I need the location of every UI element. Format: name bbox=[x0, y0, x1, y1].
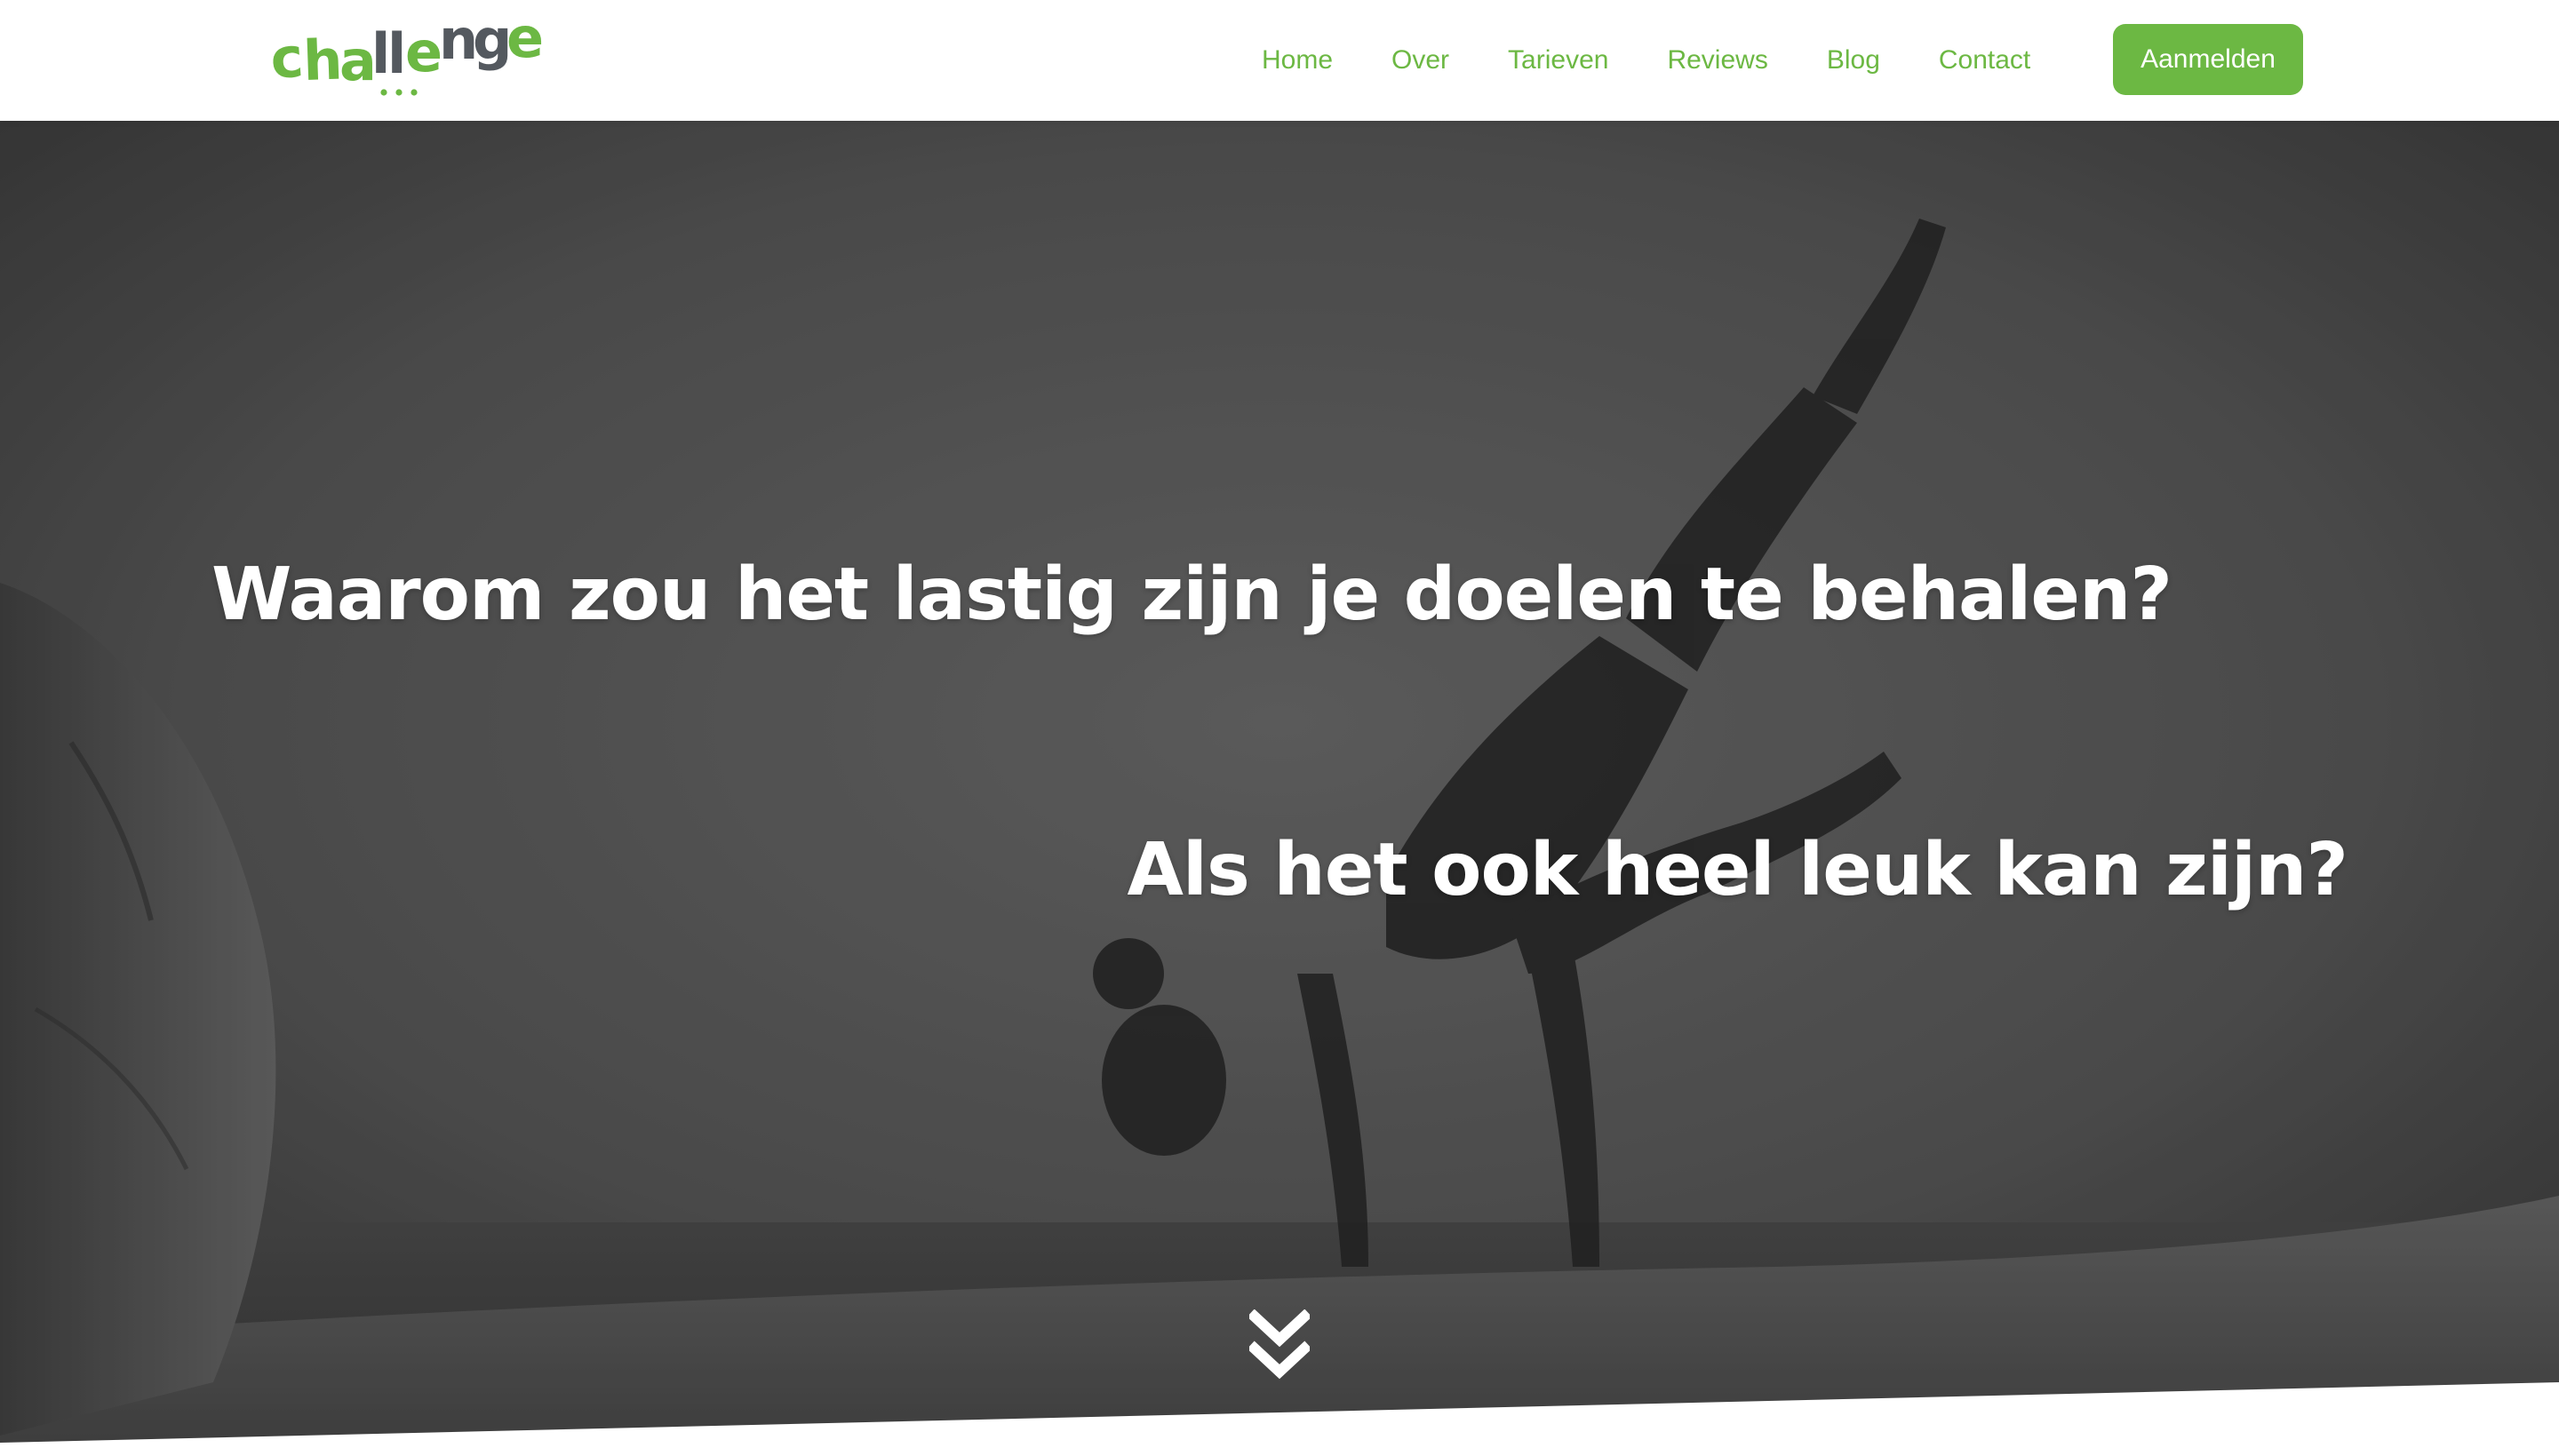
challenge-logo: c h a l l e n g e bbox=[272, 16, 544, 96]
nav-home[interactable]: Home bbox=[1262, 45, 1333, 76]
svg-text:l: l bbox=[387, 21, 406, 86]
svg-text:c: c bbox=[272, 25, 306, 91]
nav-over[interactable]: Over bbox=[1391, 45, 1449, 76]
hero-section: Waarom zou het lastig zijn je doelen te … bbox=[0, 121, 2559, 1456]
yoga-photo bbox=[0, 121, 2559, 1456]
site-header: c h a l l e n g e Home Over Tarieven Rev… bbox=[0, 0, 2559, 121]
main-nav: Home Over Tarieven Reviews Blog Contact bbox=[1262, 0, 2030, 121]
nav-contact[interactable]: Contact bbox=[1939, 45, 2030, 76]
hero-heading-primary: Waarom zou het lastig zijn je doelen te … bbox=[211, 553, 2172, 637]
svg-text:e: e bbox=[405, 20, 442, 84]
svg-text:e: e bbox=[506, 16, 544, 70]
svg-text:h: h bbox=[302, 27, 344, 92]
signup-button[interactable]: Aanmelden bbox=[2113, 24, 2303, 95]
hero-heading-secondary: Als het ook heel leuk kan zijn? bbox=[1127, 828, 2348, 912]
double-chevron-down-icon[interactable] bbox=[1249, 1309, 1310, 1380]
nav-blog[interactable]: Blog bbox=[1827, 45, 1880, 76]
nav-tarieven[interactable]: Tarieven bbox=[1508, 45, 1608, 76]
nav-reviews[interactable]: Reviews bbox=[1667, 45, 1767, 76]
